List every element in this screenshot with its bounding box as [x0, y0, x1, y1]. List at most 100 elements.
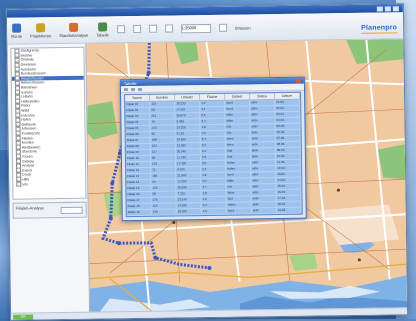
- table-cell: 20.940: [175, 149, 201, 155]
- district: [318, 204, 400, 246]
- table-cell: 166: [151, 173, 177, 179]
- standortanalyse-button[interactable]: Standortanalyse: [59, 22, 88, 38]
- dialog-tool-button[interactable]: [130, 87, 135, 91]
- table-cell: aktiv: [251, 202, 277, 208]
- tree-item-label: Druck: [22, 172, 32, 177]
- table-cell: Mitte: [225, 118, 251, 124]
- route-stop[interactable]: [207, 265, 212, 270]
- column-header[interactable]: Umsatz: [175, 94, 201, 101]
- pan-button[interactable]: [148, 24, 157, 33]
- table-cell: Filiale 04: [125, 119, 151, 126]
- tree-checkbox[interactable]: [16, 181, 22, 187]
- layer-checkbox[interactable]: [218, 23, 227, 32]
- tree-item[interactable]: Info: [13, 181, 85, 187]
- tree-item-label: Info: [22, 182, 29, 187]
- tree-item-label: Industrie: [21, 113, 35, 118]
- tree-item-label: Hilfe: [22, 177, 30, 182]
- column-header[interactable]: Name: [125, 94, 151, 102]
- table-cell: 23.140: [176, 197, 202, 203]
- table-cell: 10.03.: [275, 153, 301, 160]
- table-cell: Filiale 17: [126, 197, 152, 204]
- dialog-tool-button[interactable]: [123, 87, 128, 91]
- table-cell: 13.050: [175, 143, 201, 149]
- table-cell: 188: [150, 137, 176, 143]
- tree-item-label: Gewässer: [20, 62, 37, 67]
- table-cell: 14.03.: [276, 177, 302, 184]
- table-cell: 9.450: [175, 119, 201, 125]
- route-button[interactable]: Route: [11, 23, 22, 38]
- tree-item-label: Standorte: [21, 149, 38, 154]
- table-cell: Ost: [225, 130, 251, 136]
- table-cell: 02.03.: [275, 105, 301, 112]
- table-cell: 19.03.: [276, 207, 302, 214]
- poi-marker[interactable]: [357, 258, 361, 262]
- table-cell: Ost: [225, 124, 251, 130]
- column-header[interactable]: Gebiet: [225, 93, 251, 100]
- poi-marker[interactable]: [336, 188, 340, 192]
- tree-item-label: Wald: [21, 108, 30, 113]
- dialog-close-button[interactable]: [295, 78, 301, 83]
- table-cell: Filiale 08: [125, 143, 151, 150]
- table-cell: 9.030: [176, 167, 202, 173]
- column-header[interactable]: Datum: [275, 92, 301, 100]
- table-cell: 26.870: [175, 113, 201, 119]
- table-cell: 12.300: [176, 179, 202, 185]
- select-button[interactable]: [164, 24, 173, 33]
- tree-item-label: Hafen: [21, 117, 31, 122]
- zoom-out-button[interactable]: [132, 24, 141, 34]
- subpanel-select[interactable]: [60, 206, 83, 215]
- column-header[interactable]: Status: [250, 93, 276, 100]
- table-cell: 14.110: [175, 107, 201, 113]
- table-cell: Hafen: [225, 160, 252, 166]
- table-cell: 03.03.: [275, 111, 301, 118]
- poi-marker[interactable]: [172, 220, 176, 224]
- table-cell: Filiale 13: [126, 173, 152, 180]
- tree-item-label: Kunden: [21, 140, 34, 145]
- table-cell: Filiale 09: [125, 149, 151, 156]
- table-cell: Süd: [226, 196, 252, 202]
- tree-item-label: Haltestellen: [21, 99, 40, 104]
- table-cell: Filiale 15: [126, 185, 152, 192]
- park: [87, 101, 118, 140]
- table-cell: 120: [151, 185, 177, 191]
- table-cell: 11.03.: [275, 159, 302, 166]
- table-cell: Nord: [225, 100, 251, 106]
- table-cell: 71: [151, 167, 177, 173]
- table-cell: 06.03.: [275, 129, 301, 136]
- table-cell: Filiale 12: [126, 167, 152, 174]
- tree-item-label: Parks: [21, 103, 31, 109]
- sidebar: Stadtgrenze Bezirke Ortsteile Gewässer Autob…: [7, 43, 91, 320]
- projektieren-button[interactable]: Projektieren: [30, 22, 51, 38]
- tree-item-label: Analyse: [22, 163, 35, 168]
- table-cell: 4,6: [201, 172, 227, 179]
- table-cell: aktiv: [250, 118, 276, 124]
- tree-item-label: Filialen: [21, 136, 33, 141]
- zoom-in-button[interactable]: [116, 25, 125, 34]
- table-cell: 2,9: [200, 154, 226, 161]
- close-button[interactable]: [392, 5, 399, 11]
- tree-item-label: Bezirke: [20, 53, 33, 58]
- data-grid[interactable]: Name Kunden Umsatz Fläche Gebiet Status Datum …: [124, 91, 303, 218]
- table-cell: 8.120: [175, 131, 201, 137]
- table-cell: aktiv: [250, 160, 277, 166]
- table-cell: 3,3: [200, 142, 226, 149]
- table-cell: Nord: [226, 208, 252, 214]
- layer-tree[interactable]: Stadtgrenze Bezirke Ortsteile Gewässer Autob…: [10, 46, 87, 200]
- table-cell: 2,2: [201, 166, 227, 173]
- table-cell: 175: [151, 197, 177, 203]
- table-cell: Filiale 16: [126, 191, 152, 198]
- minimize-button[interactable]: [376, 6, 383, 12]
- maximize-button[interactable]: [384, 5, 391, 12]
- table-cell: 13.03.: [276, 171, 302, 178]
- dialog-tool-button[interactable]: [137, 87, 142, 91]
- column-header[interactable]: Fläche: [200, 93, 226, 101]
- table-cell: aktiv: [250, 148, 276, 154]
- analysis-subpanel: Filialen-Analyse: [12, 201, 87, 219]
- table-cell: 4,9: [201, 196, 227, 203]
- column-header[interactable]: Kunden: [150, 94, 176, 101]
- pencil-icon: [35, 22, 46, 32]
- zoom-scale-select[interactable]: 1:25000: [180, 23, 211, 33]
- tabelle-button[interactable]: Tabelle: [96, 21, 109, 37]
- table-cell: aktiv: [251, 208, 277, 214]
- tree-item-label: Gebäude: [21, 122, 36, 127]
